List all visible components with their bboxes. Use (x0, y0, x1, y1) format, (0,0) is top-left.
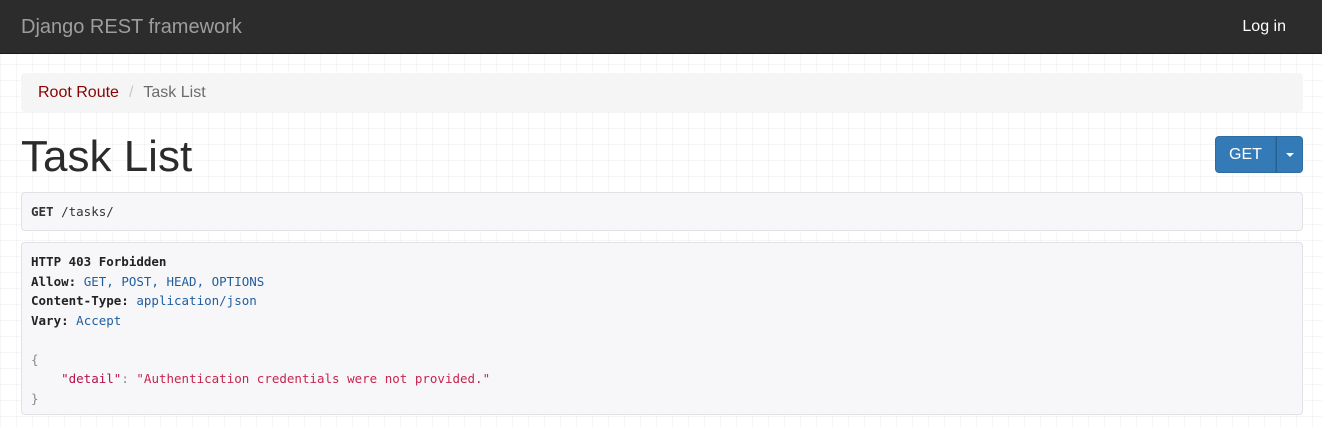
json-colon: : (121, 371, 137, 386)
json-close-brace: } (31, 390, 39, 406)
json-open-brace: { (31, 351, 39, 367)
request-info: GET /tasks/ (21, 192, 1303, 231)
response-header-vary: Vary: Accept (31, 311, 1293, 331)
json-open-line: { (31, 350, 1293, 370)
header-value: Accept (76, 312, 122, 328)
method-button-group: GET (1215, 136, 1303, 173)
response-status-line: HTTP 403 Forbidden (31, 252, 1293, 272)
request-method: GET (31, 204, 54, 219)
brand-title[interactable]: Django REST framework (21, 15, 242, 39)
header-key: Content-Type: (31, 293, 129, 308)
breadcrumb-item-root-route[interactable]: Root Route (38, 84, 119, 102)
method-dropdown-toggle[interactable] (1276, 136, 1303, 173)
json-detail-line: "detail": "Authentication credentials we… (31, 369, 1293, 389)
response-info: HTTP 403 Forbidden Allow: GET, POST, HEAD… (21, 242, 1303, 415)
header-value: GET, POST, HEAD, OPTIONS (83, 273, 265, 289)
caret-down-icon (1285, 152, 1294, 157)
header-value: application/json (136, 293, 257, 308)
request-path: /tasks/ (61, 204, 114, 219)
breadcrumb: Root Route / Task List (21, 73, 1303, 112)
page-title: Task List (21, 132, 193, 181)
json-close-line: } (31, 389, 1293, 409)
breadcrumb-separator: / (128, 83, 134, 101)
response-header-allow: Allow: GET, POST, HEAD, OPTIONS (31, 272, 1293, 292)
breadcrumb-item-task-list: Task List (143, 83, 206, 101)
login-link[interactable]: Log in (1242, 17, 1286, 37)
json-key-detail: "detail" (61, 371, 122, 386)
header-key: Allow: (31, 273, 77, 289)
top-navbar: Django REST framework Log in (0, 0, 1322, 54)
get-button[interactable]: GET (1215, 136, 1276, 173)
header-key: Vary: (31, 312, 69, 328)
status-text: HTTP 403 Forbidden (31, 254, 167, 269)
response-header-content-type: Content-Type: application/json (31, 291, 1293, 311)
json-value-detail: "Authentication credentials were not pro… (136, 371, 491, 386)
